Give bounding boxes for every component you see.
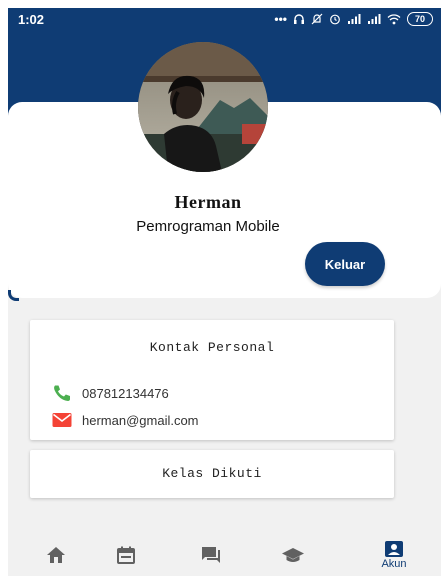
bottom-navigation: Akun (8, 538, 441, 576)
home-icon (47, 547, 65, 563)
graduation-cap-icon (282, 548, 304, 562)
email-address: herman@gmail.com (82, 412, 199, 428)
classes-card-title: Kelas Dikuti (162, 466, 262, 481)
calendar-icon (117, 546, 135, 564)
phone-row[interactable]: 087812134476 (52, 384, 169, 402)
alarm-icon (330, 14, 340, 25)
status-icons: ••• 70 (274, 11, 433, 27)
status-bar: 1:02 ••• 70 (8, 8, 441, 30)
nav-item-courses[interactable] (273, 546, 313, 576)
phone-icon (54, 385, 70, 401)
nav-item-home[interactable] (36, 546, 76, 576)
avatar-photo (138, 42, 268, 172)
app-screen: 1:02 ••• 70 Herman Pemrograman Mobile Ke… (8, 8, 441, 576)
signal-icon (348, 14, 361, 24)
nav-item-account[interactable]: Akun (374, 540, 414, 570)
email-icon (52, 413, 72, 427)
nav-label-account: Akun (381, 558, 407, 570)
signal-icon (368, 14, 381, 24)
classes-card[interactable]: Kelas Dikuti (30, 450, 394, 498)
more-dots-icon: ••• (274, 12, 287, 26)
contact-card-title: Kontak Personal (149, 340, 275, 355)
chat-icon (202, 547, 220, 563)
wifi-icon (387, 14, 401, 25)
decorative-corner (8, 290, 19, 301)
nav-item-chat[interactable] (191, 546, 231, 576)
nav-item-schedule[interactable] (106, 546, 146, 576)
contact-card: Kontak Personal 087812134476 herman@gmai… (30, 320, 394, 440)
headphones-icon (294, 14, 304, 24)
battery-indicator: 70 (407, 12, 433, 26)
status-time: 1:02 (18, 12, 45, 27)
user-name: Herman (174, 192, 242, 212)
email-row[interactable]: herman@gmail.com (52, 412, 199, 428)
phone-number: 087812134476 (82, 385, 169, 401)
mute-icon (311, 13, 323, 25)
avatar (138, 42, 268, 172)
user-subtitle: Pemrograman Mobile (136, 218, 280, 235)
logout-button[interactable]: Keluar (305, 242, 385, 286)
account-icon (385, 541, 403, 557)
